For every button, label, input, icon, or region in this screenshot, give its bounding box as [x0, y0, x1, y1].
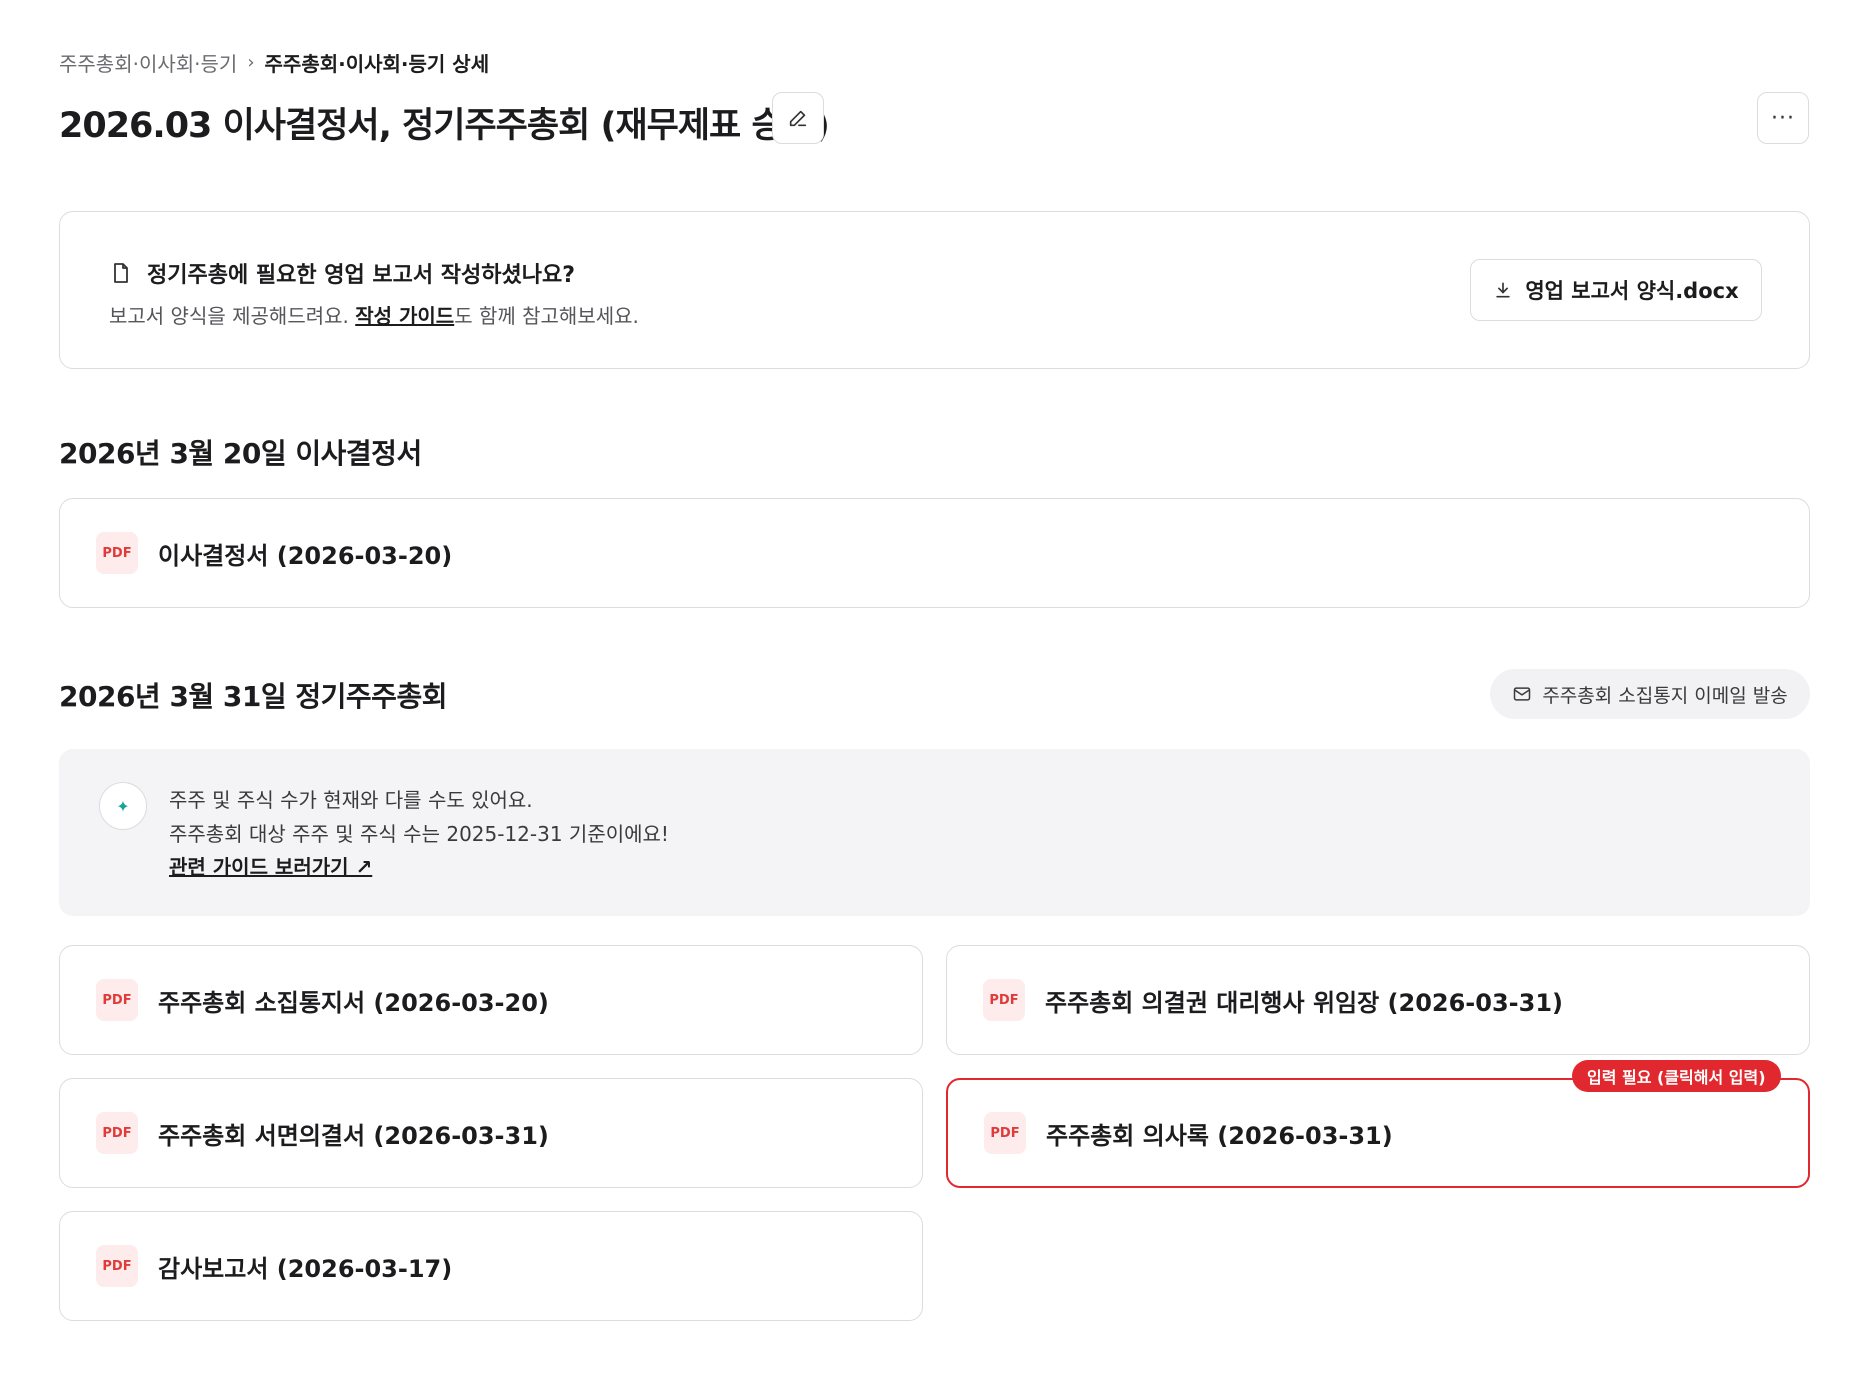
pencil-icon [789, 110, 807, 127]
pdf-icon: PDF [96, 532, 138, 574]
pdf-icon: PDF [983, 979, 1025, 1021]
chevron-right-icon: › [247, 52, 255, 73]
breadcrumb-parent[interactable]: 주주총회·이사회·등기 [59, 48, 237, 77]
document-label: 이사결정서 (2026-03-20) [158, 541, 453, 570]
document-card[interactable]: PDF 주주총회 소집통지서 (2026-03-20) [59, 945, 923, 1055]
document-card[interactable]: PDF 이사결정서 (2026-03-20) [59, 498, 1810, 608]
report-desc-prefix: 보고서 양식을 제공해드려요. [109, 304, 356, 328]
document-card[interactable]: PDF 주주총회 의결권 대리행사 위임장 (2026-03-31) [946, 945, 1810, 1055]
document-icon [114, 263, 128, 283]
breadcrumb-current: 주주총회·이사회·등기 상세 [264, 52, 490, 76]
download-icon [1496, 282, 1511, 298]
pdf-icon: PDF [984, 1112, 1026, 1154]
document-label: 주주총회 서면의결서 (2026-03-31) [158, 1121, 549, 1150]
breadcrumb: 주주총회·이사회·등기 › 주주총회·이사회·등기 상세 [59, 48, 489, 77]
section-general-meeting-title: 2026년 3월 31일 정기주주총회 [59, 680, 447, 713]
email-button-label: 주주총회 소집통지 이메일 발송 [1542, 684, 1788, 707]
edit-title-button[interactable] [772, 92, 824, 144]
send-meeting-notice-email-button[interactable]: 주주총회 소집통지 이메일 발송 [1490, 669, 1810, 719]
document-card[interactable]: PDF 주주총회 서면의결서 (2026-03-31) [59, 1078, 923, 1188]
report-card-heading: 정기주총에 필요한 영업 보고서 작성하셨나요? [147, 263, 575, 288]
pdf-icon: PDF [96, 1112, 138, 1154]
download-button-label: 영업 보고서 양식.docx [1525, 279, 1739, 303]
report-card-heading-row: 정기주총에 필요한 영업 보고서 작성하셨나요? [109, 257, 575, 289]
mail-icon [1514, 687, 1531, 701]
document-card-required[interactable]: PDF 주주총회 의사록 (2026-03-31) [946, 1078, 1810, 1188]
report-card-description: 보고서 양식을 제공해드려요. 작성 가이드도 함께 참고해보세요. [109, 300, 639, 329]
page-title: 2026.03 이사결정서, 정기주주총회 (재무제표 승인) [59, 106, 830, 146]
section-board-resolution-title: 2026년 3월 20일 이사결정서 [59, 437, 422, 470]
writing-guide-link[interactable]: 작성 가이드 [355, 304, 454, 328]
pdf-icon: PDF [96, 1245, 138, 1287]
input-required-badge[interactable]: 입력 필요 (클릭해서 입력) [1572, 1060, 1781, 1092]
notice-line-1: 주주 및 주식 수가 현재와 다를 수도 있어요. [169, 788, 533, 812]
document-card[interactable]: PDF 감사보고서 (2026-03-17) [59, 1211, 923, 1321]
shareholder-notice-box: ✦ 주주 및 주식 수가 현재와 다를 수도 있어요. 주주총회 대상 주주 및… [59, 749, 1810, 916]
report-desc-suffix: 도 함께 참고해보세요. [454, 304, 639, 328]
document-label: 주주총회 의결권 대리행사 위임장 (2026-03-31) [1045, 988, 1563, 1017]
business-report-card: 정기주총에 필요한 영업 보고서 작성하셨나요? 보고서 양식을 제공해드려요.… [59, 211, 1810, 369]
notice-line-2: 주주총회 대상 주주 및 주식 수는 2025-12-31 기준이에요! [169, 822, 669, 846]
download-report-template-button[interactable]: 영업 보고서 양식.docx [1470, 259, 1762, 321]
document-label: 감사보고서 (2026-03-17) [158, 1254, 453, 1283]
document-label: 주주총회 소집통지서 (2026-03-20) [158, 988, 549, 1017]
more-icon: ··· [1771, 105, 1795, 131]
document-label: 주주총회 의사록 (2026-03-31) [1046, 1121, 1393, 1150]
sparkle-icon: ✦ [99, 782, 147, 830]
more-options-button[interactable]: ··· [1757, 92, 1809, 144]
related-guide-link[interactable]: 관련 가이드 보러가기 ↗ [169, 851, 372, 880]
pdf-icon: PDF [96, 979, 138, 1021]
